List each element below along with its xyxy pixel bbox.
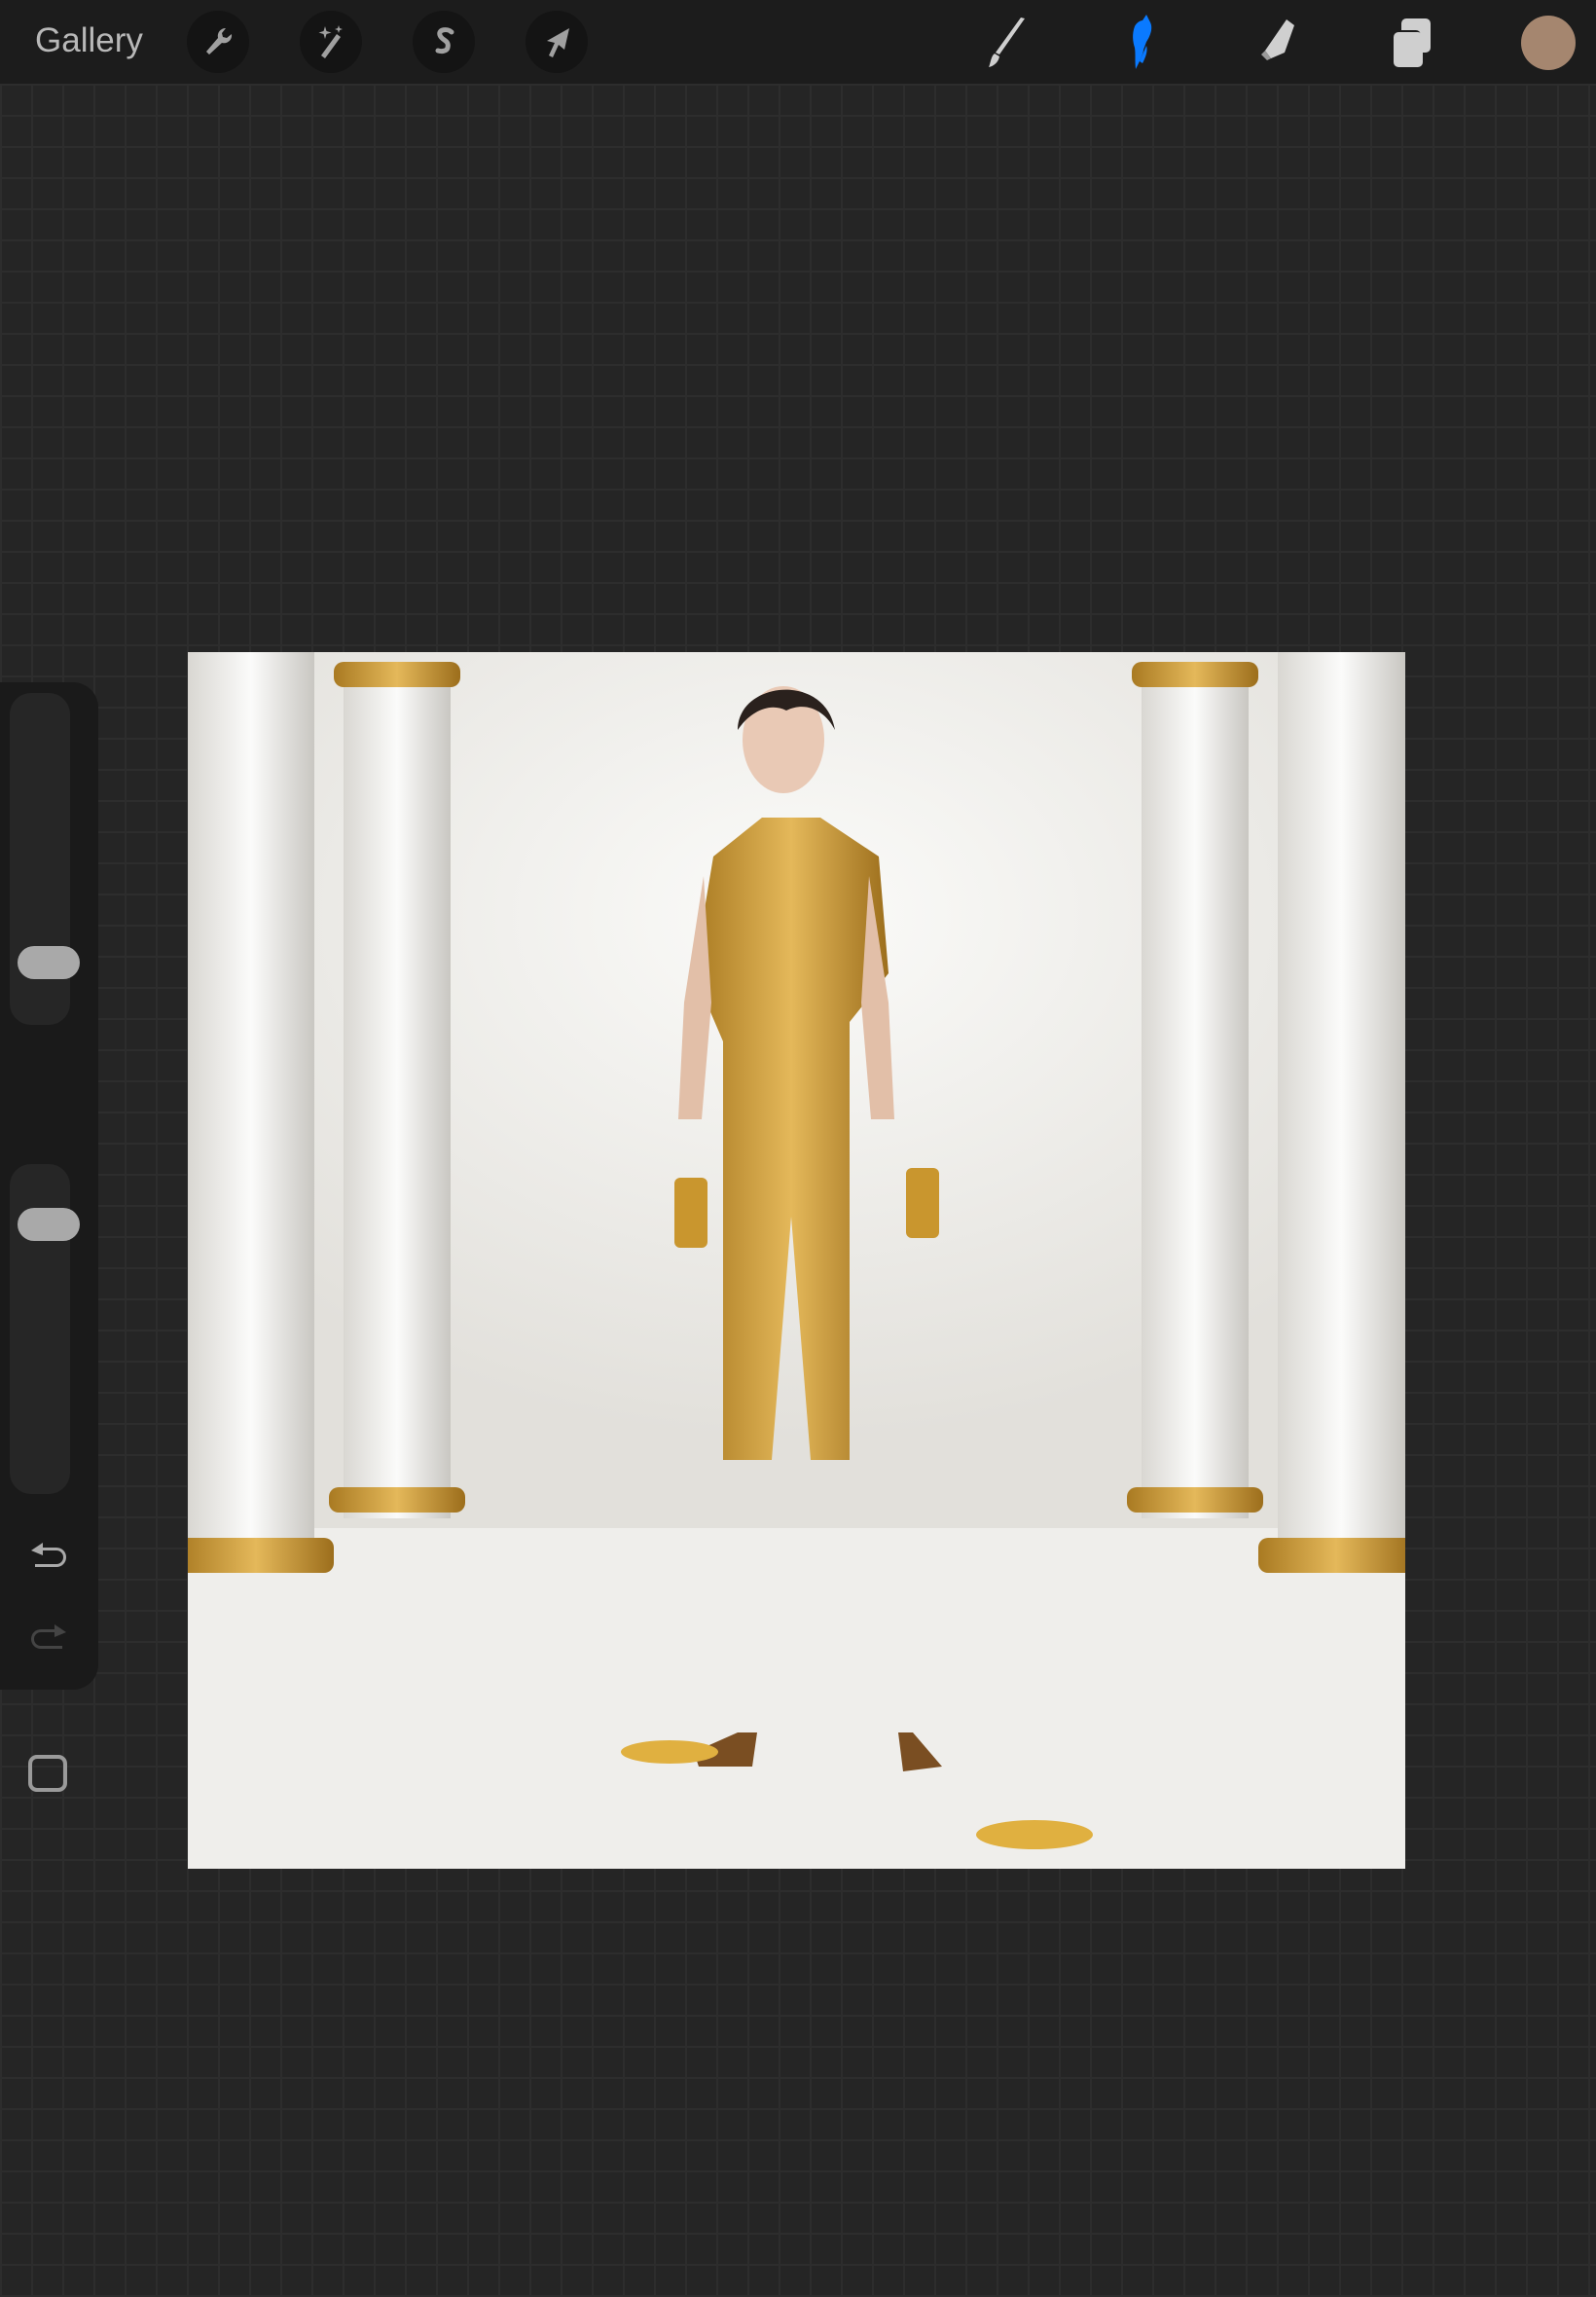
actions-button[interactable] xyxy=(187,11,249,73)
eraser-tool-button[interactable] xyxy=(1248,14,1306,72)
opacity-thumb[interactable] xyxy=(18,1208,80,1241)
modify-button[interactable] xyxy=(28,1755,67,1792)
top-toolbar: Gallery xyxy=(0,0,1596,84)
brush-size-thumb[interactable] xyxy=(18,946,80,979)
layers-icon xyxy=(1392,18,1431,67)
eraser-icon xyxy=(1261,19,1294,60)
magic-wand-icon xyxy=(318,25,343,58)
color-picker-button[interactable] xyxy=(1521,16,1576,70)
opacity-slider[interactable] xyxy=(10,1164,80,1494)
layers-button[interactable] xyxy=(1384,14,1442,72)
brush-tool-button[interactable] xyxy=(976,14,1034,72)
smudge-tool-button[interactable] xyxy=(1111,14,1170,72)
selection-button[interactable] xyxy=(413,11,475,73)
undo-icon[interactable] xyxy=(27,1539,70,1578)
smudge-finger-icon xyxy=(1133,15,1152,69)
transform-button[interactable] xyxy=(526,11,588,73)
artwork-illustration xyxy=(188,652,1405,1869)
brush-icon xyxy=(989,18,1025,67)
brush-size-slider[interactable] xyxy=(10,693,80,1025)
wrench-icon xyxy=(206,27,233,55)
artwork-canvas[interactable] xyxy=(188,652,1405,1869)
sidebar xyxy=(0,682,98,1792)
arrow-cursor-icon xyxy=(547,28,569,57)
selection-s-icon xyxy=(435,27,454,55)
redo-icon[interactable] xyxy=(27,1621,70,1659)
adjustments-button[interactable] xyxy=(300,11,362,73)
gallery-button[interactable]: Gallery xyxy=(35,21,143,60)
